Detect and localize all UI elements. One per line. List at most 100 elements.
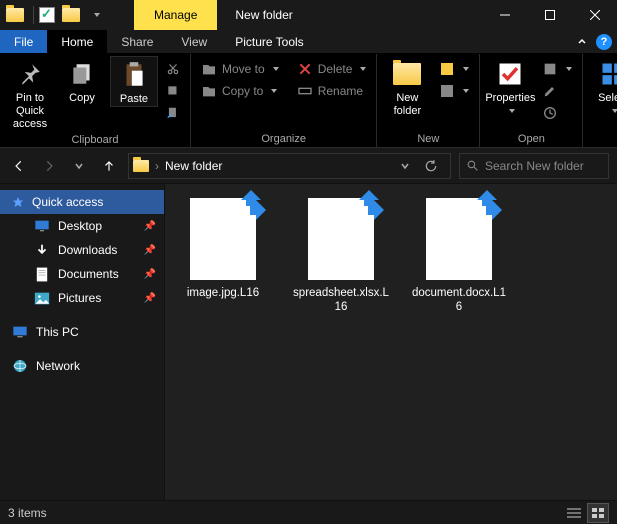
contextual-tab-manage[interactable]: Manage bbox=[134, 0, 217, 30]
navigation-bar: › New folder Search New folder bbox=[0, 148, 617, 184]
ribbon: Pin to Quick access Copy Paste Clipboard… bbox=[0, 54, 617, 148]
pin-to-quick-access-button[interactable]: Pin to Quick access bbox=[6, 56, 54, 132]
sidebar-item-quick-access[interactable]: Quick access bbox=[0, 190, 164, 214]
sidebar-item-pictures[interactable]: Pictures 📌 bbox=[0, 286, 164, 310]
file-name: document.docx.L16 bbox=[409, 286, 509, 315]
copy-icon bbox=[66, 58, 98, 90]
edit-button[interactable] bbox=[538, 80, 576, 102]
ribbon-group-new: New folder New bbox=[377, 54, 480, 147]
copy-path-button[interactable] bbox=[162, 80, 184, 102]
file-item[interactable]: spreadsheet.xlsx.L16 bbox=[291, 198, 391, 315]
back-button[interactable] bbox=[8, 155, 30, 177]
minimize-button[interactable] bbox=[482, 0, 527, 30]
ribbon-group-open: Properties Open bbox=[480, 54, 583, 147]
tab-view[interactable]: View bbox=[167, 30, 221, 53]
move-to-button[interactable]: Move to bbox=[197, 58, 283, 80]
new-item-icon bbox=[439, 61, 455, 77]
status-item-count: 3 items bbox=[8, 506, 47, 520]
workspace: Quick access Desktop 📌 Downloads 📌 Docum… bbox=[0, 184, 617, 500]
sidebar-item-downloads[interactable]: Downloads 📌 bbox=[0, 238, 164, 262]
sidebar-item-this-pc[interactable]: This PC bbox=[0, 320, 164, 344]
qat-folder-icon[interactable] bbox=[4, 4, 26, 26]
documents-icon bbox=[34, 266, 50, 282]
search-placeholder: Search New folder bbox=[485, 159, 584, 173]
file-item[interactable]: document.docx.L16 bbox=[409, 198, 509, 315]
paste-shortcut-button[interactable] bbox=[162, 102, 184, 124]
sidebar-label: Desktop bbox=[58, 219, 102, 233]
easy-access-button[interactable] bbox=[435, 80, 473, 102]
ribbon-group-organize: Move to Copy to Delete Rename Organize bbox=[191, 54, 377, 147]
copy-to-button[interactable]: Copy to bbox=[197, 80, 283, 102]
sidebar-item-network[interactable]: Network bbox=[0, 354, 164, 378]
this-pc-icon bbox=[12, 324, 28, 340]
breadcrumb[interactable]: New folder bbox=[165, 159, 222, 173]
breadcrumb-separator[interactable]: › bbox=[155, 159, 159, 173]
refresh-button[interactable] bbox=[420, 155, 442, 177]
address-folder-icon bbox=[133, 158, 149, 174]
downloads-icon bbox=[34, 242, 50, 258]
copy-button[interactable]: Copy bbox=[58, 56, 106, 105]
file-thumb-icon bbox=[426, 198, 492, 280]
view-details-button[interactable] bbox=[563, 503, 585, 523]
rename-button[interactable]: Rename bbox=[293, 80, 371, 102]
network-icon bbox=[12, 358, 28, 374]
properties-label: Properties bbox=[485, 92, 535, 105]
address-bar[interactable]: › New folder bbox=[128, 153, 451, 179]
tab-home[interactable]: Home bbox=[47, 30, 107, 53]
new-folder-button[interactable]: New folder bbox=[383, 56, 431, 118]
file-item[interactable]: image.jpg.L16 bbox=[173, 198, 273, 300]
sync-overlay-icon bbox=[472, 190, 502, 220]
history-button[interactable] bbox=[538, 102, 576, 124]
group-label-new: New bbox=[383, 131, 473, 147]
ribbon-group-select: Select bbox=[583, 54, 617, 147]
qat-customize-dropdown[interactable] bbox=[84, 4, 106, 26]
search-box[interactable]: Search New folder bbox=[459, 153, 609, 179]
cut-icon bbox=[166, 62, 180, 76]
open-icon bbox=[542, 61, 558, 77]
sidebar-label: This PC bbox=[36, 325, 79, 339]
new-folder-label: New folder bbox=[383, 92, 431, 118]
pin-icon: 📌 bbox=[144, 245, 156, 256]
window-title: New folder bbox=[217, 8, 310, 22]
select-button[interactable]: Select bbox=[589, 56, 617, 113]
group-label-select bbox=[589, 131, 617, 147]
help-button[interactable]: ? bbox=[593, 31, 615, 53]
address-dropdown-button[interactable] bbox=[394, 155, 416, 177]
open-button[interactable] bbox=[538, 58, 576, 80]
close-button[interactable] bbox=[572, 0, 617, 30]
sidebar-item-documents[interactable]: Documents 📌 bbox=[0, 262, 164, 286]
file-list[interactable]: image.jpg.L16 spreadsheet.xlsx.L16 docum… bbox=[165, 184, 617, 500]
paste-button[interactable]: Paste bbox=[110, 56, 158, 107]
qat-properties-check[interactable] bbox=[36, 4, 58, 26]
sidebar-label: Quick access bbox=[32, 195, 103, 209]
recent-locations-button[interactable] bbox=[68, 155, 90, 177]
sidebar-item-desktop[interactable]: Desktop 📌 bbox=[0, 214, 164, 238]
file-name: spreadsheet.xlsx.L16 bbox=[291, 286, 391, 315]
sync-overlay-icon bbox=[236, 190, 266, 220]
desktop-icon bbox=[34, 218, 50, 234]
select-label: Select bbox=[598, 92, 617, 105]
copy-path-icon bbox=[166, 84, 180, 98]
up-button[interactable] bbox=[98, 155, 120, 177]
view-large-icons-button[interactable] bbox=[587, 503, 609, 523]
file-thumb-icon bbox=[190, 198, 256, 280]
tab-picture-tools[interactable]: Picture Tools bbox=[221, 30, 317, 53]
maximize-button[interactable] bbox=[527, 0, 572, 30]
sidebar-label: Documents bbox=[58, 267, 119, 281]
paste-label: Paste bbox=[120, 93, 148, 106]
new-item-button[interactable] bbox=[435, 58, 473, 80]
file-menu[interactable]: File bbox=[0, 30, 47, 53]
delete-button[interactable]: Delete bbox=[293, 58, 371, 80]
menu-bar: File Home Share View Picture Tools ? bbox=[0, 30, 617, 54]
cut-button[interactable] bbox=[162, 58, 184, 80]
pin-icon: 📌 bbox=[144, 221, 156, 232]
tab-share[interactable]: Share bbox=[107, 30, 167, 53]
easy-access-icon bbox=[439, 83, 455, 99]
copy-label: Copy bbox=[69, 92, 95, 105]
pin-icon bbox=[14, 58, 46, 90]
qat-new-folder-icon[interactable] bbox=[60, 4, 82, 26]
properties-button[interactable]: Properties bbox=[486, 56, 534, 113]
copy-to-icon bbox=[201, 83, 217, 99]
ribbon-collapse-chevron[interactable] bbox=[571, 30, 593, 53]
forward-button[interactable] bbox=[38, 155, 60, 177]
